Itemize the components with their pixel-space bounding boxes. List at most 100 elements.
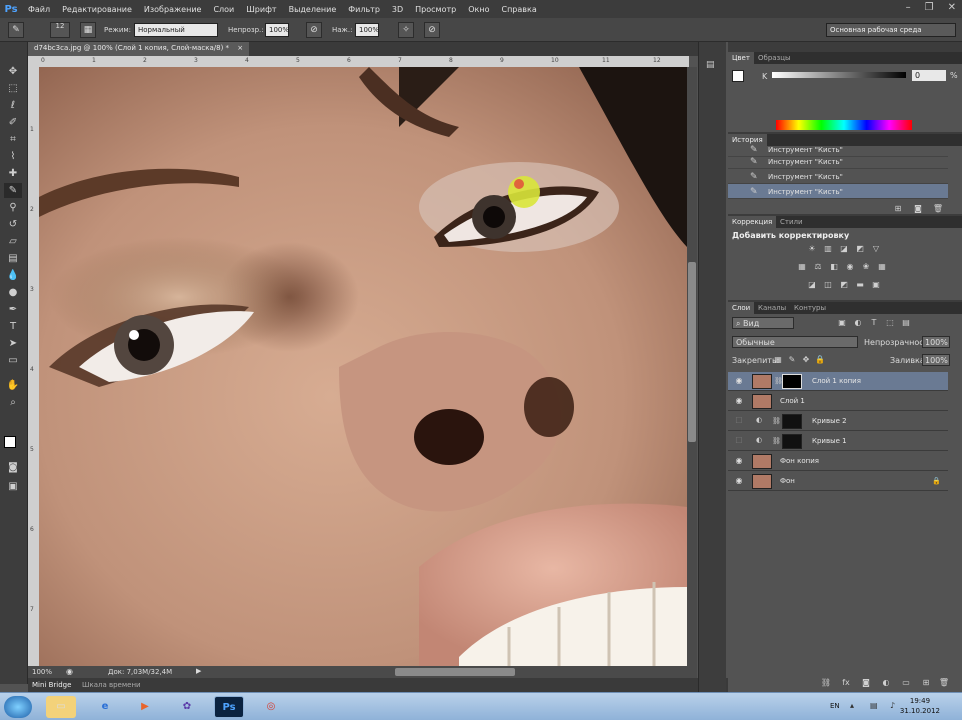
filter-pixel-icon[interactable]: ▣ <box>836 318 848 328</box>
k-slider[interactable] <box>772 72 906 78</box>
exposure-adjust-icon[interactable]: ◩ <box>854 244 866 254</box>
visibility-eye-icon[interactable]: ◉ <box>734 396 744 406</box>
visibility-off-box-icon[interactable]: ☐ <box>734 436 744 446</box>
gradient-tool-icon[interactable]: ▤ <box>4 251 22 266</box>
airbrush-icon[interactable]: ✧ <box>398 22 414 38</box>
layer-mask-thumbnail[interactable] <box>782 434 802 449</box>
visibility-eye-icon[interactable]: ◉ <box>734 476 744 486</box>
pressure-size-icon[interactable]: ⊘ <box>424 22 440 38</box>
volume-icon[interactable]: ♪ <box>890 701 895 710</box>
menu-image[interactable]: Изображение <box>138 5 208 14</box>
blur-tool-icon[interactable]: 💧 <box>4 268 22 283</box>
tab-swatches[interactable]: Образцы <box>758 54 791 62</box>
document-tab[interactable]: d74bc3ca.jpg @ 100% (Слой 1 копия, Слой-… <box>28 42 250 56</box>
menu-help[interactable]: Справка <box>495 5 542 14</box>
threshold-icon[interactable]: ◩ <box>838 280 850 290</box>
start-button[interactable] <box>4 696 32 718</box>
blend-mode-select[interactable]: Обычные <box>732 336 858 348</box>
levels-adjust-icon[interactable]: ▥ <box>822 244 834 254</box>
history-item-current[interactable]: ✎ Инструмент "Кисть" <box>728 184 948 199</box>
tab-timeline[interactable]: Шкала времени <box>82 681 141 689</box>
layer-opacity-input[interactable]: 100% <box>922 336 950 348</box>
invert-icon[interactable]: ◪ <box>806 280 818 290</box>
menu-layers[interactable]: Слои <box>207 5 240 14</box>
menu-file[interactable]: Файл <box>22 5 56 14</box>
menu-filter[interactable]: Фильтр <box>342 5 386 14</box>
visibility-off-box-icon[interactable]: ☐ <box>734 416 744 426</box>
quick-select-tool-icon[interactable]: ✐ <box>4 115 22 130</box>
visibility-eye-icon[interactable]: ◉ <box>734 376 744 386</box>
network-icon[interactable]: ▤ <box>870 701 878 710</box>
chain-link-icon[interactable]: ⛓ <box>772 437 781 445</box>
color-fg-swatch[interactable] <box>732 70 744 82</box>
menu-3d[interactable]: 3D <box>386 5 409 14</box>
vertical-scroll-thumb[interactable] <box>688 262 696 442</box>
internet-explorer-icon[interactable]: e <box>90 696 120 718</box>
new-adjustment-layer-icon[interactable]: ◐ <box>880 678 892 688</box>
document-canvas[interactable] <box>39 67 687 666</box>
curves-adjust-icon[interactable]: ◪ <box>838 244 850 254</box>
new-document-from-state-icon[interactable]: ⊞ <box>892 204 904 214</box>
layer-style-icon[interactable]: fx <box>840 678 852 688</box>
document-tab-close-icon[interactable]: × <box>237 44 243 52</box>
color-spectrum[interactable] <box>776 120 912 130</box>
gradient-map-icon[interactable]: ▬ <box>854 280 866 290</box>
tab-layers[interactable]: Слои <box>728 302 755 314</box>
tray-arrow-icon[interactable]: ▴ <box>850 701 854 710</box>
link-layers-icon[interactable]: ⛓ <box>820 678 832 688</box>
vertical-scrollbar[interactable] <box>687 67 697 666</box>
hand-tool-icon[interactable]: ✋ <box>4 378 22 393</box>
type-tool-icon[interactable]: T <box>4 319 22 334</box>
system-clock[interactable]: 19:49 31.10.2012 <box>900 696 940 716</box>
lock-transparency-icon[interactable]: ▦ <box>772 355 784 365</box>
mode-select[interactable]: Нормальный <box>134 23 218 37</box>
visibility-eye-icon[interactable]: ◉ <box>734 456 744 466</box>
dodge-tool-icon[interactable]: ● <box>4 285 22 300</box>
foreground-color-swatch[interactable] <box>4 436 16 448</box>
brightness-adjust-icon[interactable]: ☀ <box>806 244 818 254</box>
vibrance-adjust-icon[interactable]: ▽ <box>870 244 882 254</box>
layer-mask-thumbnail[interactable] <box>782 374 802 389</box>
history-panel-icon[interactable]: ▤ <box>706 60 720 72</box>
brush-size-picker[interactable]: 12 <box>50 22 70 38</box>
tab-paths[interactable]: Контуры <box>794 304 826 312</box>
chain-link-icon[interactable]: ⛓ <box>772 417 781 425</box>
marquee-tool-icon[interactable]: ⬚ <box>4 81 22 96</box>
history-brush-tool-icon[interactable]: ↺ <box>4 217 22 232</box>
zoom-tool-icon[interactable]: ⌕ <box>4 395 22 410</box>
butterfly-app-icon[interactable]: ✿ <box>172 696 202 718</box>
black-white-icon[interactable]: ◧ <box>828 262 840 272</box>
opacity-input[interactable]: 100% <box>265 23 289 37</box>
layer-row[interactable]: ☐ ◐ ⛓ Кривые 1 <box>728 432 948 451</box>
layer-row[interactable]: ☐ ◐ ⛓ Кривые 2 <box>728 412 948 431</box>
layer-filter-select[interactable]: ⌕ Вид <box>732 317 794 329</box>
brush-tool-preset-icon[interactable]: ✎ <box>8 22 24 38</box>
new-snapshot-icon[interactable]: ◙ <box>912 204 924 214</box>
brush-panel-toggle-icon[interactable]: ▦ <box>80 22 96 38</box>
menu-select[interactable]: Выделение <box>283 5 343 14</box>
crop-tool-icon[interactable]: ⌗ <box>4 132 22 147</box>
screen-mode-icon[interactable]: ▣ <box>4 479 22 494</box>
path-select-tool-icon[interactable]: ➤ <box>4 336 22 351</box>
tab-mini-bridge[interactable]: Mini Bridge <box>32 681 71 689</box>
layer-mask-thumbnail[interactable] <box>782 414 802 429</box>
add-mask-icon[interactable]: ◙ <box>860 678 872 688</box>
k-value-input[interactable]: 0 <box>912 70 946 81</box>
menu-view[interactable]: Просмотр <box>409 5 462 14</box>
color-balance-icon[interactable]: ⚖ <box>812 262 824 272</box>
language-indicator[interactable]: EN <box>830 702 840 710</box>
delete-layer-icon[interactable]: 🗑 <box>938 678 950 688</box>
restore-button[interactable]: ❐ <box>925 2 934 13</box>
zoom-level[interactable]: 100% <box>32 668 52 676</box>
quick-mask-icon[interactable]: ◙ <box>4 460 22 475</box>
layer-row[interactable]: ◉ Слой 1 <box>728 392 948 411</box>
healing-tool-icon[interactable]: ✚ <box>4 166 22 181</box>
tab-channels[interactable]: Каналы <box>758 304 786 312</box>
selective-color-icon[interactable]: ▣ <box>870 280 882 290</box>
photo-filter-icon[interactable]: ◉ <box>844 262 856 272</box>
explorer-icon[interactable]: ▭ <box>46 696 76 718</box>
delete-state-icon[interactable]: 🗑 <box>932 204 944 214</box>
media-player-icon[interactable]: ▶ <box>130 696 160 718</box>
clone-stamp-tool-icon[interactable]: ⚲ <box>4 200 22 215</box>
new-layer-icon[interactable]: ⊞ <box>920 678 932 688</box>
